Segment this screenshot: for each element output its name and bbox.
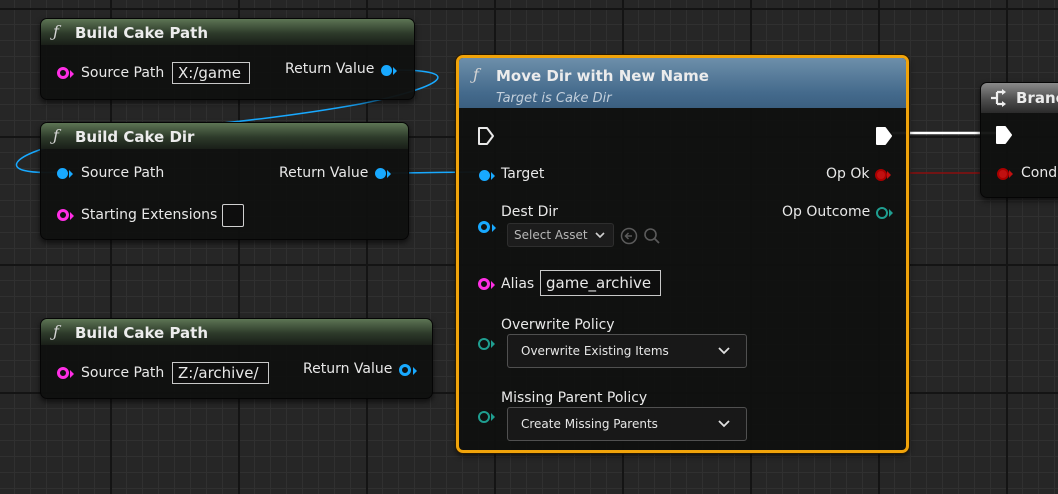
- back-arrow-icon[interactable]: [620, 227, 638, 245]
- return-value-pin[interactable]: [399, 364, 411, 376]
- function-icon: ƒ: [53, 22, 59, 41]
- source-path-pin[interactable]: [57, 168, 68, 179]
- node-title: Build Cake Path: [75, 324, 209, 342]
- pin-arrow-icon: [387, 170, 391, 178]
- pin-arrow-icon: [1009, 170, 1013, 178]
- branch-icon: [991, 89, 1006, 107]
- pin-arrow-icon: [69, 170, 73, 178]
- pin-arrow-icon: [70, 370, 74, 378]
- starting-extensions-pin[interactable]: [57, 209, 69, 221]
- op-ok-pin[interactable]: [875, 169, 887, 181]
- pin-arrow-icon: [70, 70, 74, 78]
- missing-parent-policy-value: Create Missing Parents: [521, 417, 658, 431]
- chevron-down-icon: [595, 232, 605, 239]
- condition-pin[interactable]: [997, 168, 1009, 180]
- source-path-label: Source Path: [81, 65, 165, 81]
- pin-arrow-icon: [491, 340, 495, 348]
- function-icon: ƒ: [473, 65, 479, 84]
- search-icon[interactable]: [643, 227, 661, 245]
- source-path-input[interactable]: X:/game: [172, 62, 250, 84]
- return-value-pin[interactable]: [375, 168, 386, 179]
- source-path-label: Source Path: [81, 365, 165, 381]
- return-value-label: Return Value: [279, 165, 369, 181]
- dest-dir-pin[interactable]: [478, 221, 490, 233]
- node-move-dir-with-new-name[interactable]: ƒ Move Dir with New Name Target is Cake …: [456, 55, 909, 453]
- node-title: Move Dir with New Name: [496, 67, 709, 85]
- function-icon: ƒ: [53, 322, 59, 341]
- starting-extensions-checkbox[interactable]: [222, 204, 244, 227]
- pin-arrow-icon: [491, 413, 495, 421]
- pin-arrow-icon: [393, 67, 397, 75]
- missing-parent-policy-label: Missing Parent Policy: [501, 390, 648, 406]
- source-path-pin[interactable]: [57, 67, 69, 79]
- op-outcome-label: Op Outcome: [782, 204, 871, 220]
- alias-label: Alias: [501, 276, 535, 292]
- node-build-cake-path-2[interactable]: ƒ Build Cake Path Source Path Z:/archive…: [40, 318, 433, 399]
- condition-label: Condition: [1021, 165, 1058, 181]
- node-title: Build Cake Path: [75, 24, 209, 42]
- select-asset-label: Select Asset: [514, 228, 588, 242]
- node-title: Build Cake Dir: [75, 128, 195, 146]
- return-value-label: Return Value: [285, 61, 375, 77]
- overwrite-policy-value: Overwrite Existing Items: [521, 344, 669, 358]
- target-label: Target: [501, 166, 545, 182]
- pin-arrow-icon: [491, 172, 495, 180]
- node-branch[interactable]: Branch Condition: [980, 82, 1058, 198]
- return-value-label: Return Value: [303, 361, 393, 377]
- chevron-down-icon: [718, 420, 730, 428]
- op-outcome-pin[interactable]: [876, 207, 888, 219]
- source-path-label: Source Path: [81, 165, 165, 181]
- alias-input[interactable]: game_archive: [540, 270, 661, 296]
- target-pin[interactable]: [479, 170, 490, 181]
- overwrite-policy-label: Overwrite Policy: [501, 317, 615, 333]
- pin-arrow-icon: [70, 212, 74, 220]
- starting-extensions-label: Starting Extensions: [81, 207, 218, 223]
- function-icon: ƒ: [53, 126, 59, 145]
- pin-arrow-icon: [887, 171, 891, 179]
- dest-dir-label: Dest Dir: [501, 204, 559, 220]
- missing-parent-policy-pin[interactable]: [478, 411, 490, 423]
- source-path-pin[interactable]: [57, 367, 69, 379]
- alias-pin[interactable]: [478, 278, 490, 290]
- node-build-cake-path-1[interactable]: ƒ Build Cake Path Source Path X:/game Re…: [40, 18, 415, 100]
- overwrite-policy-dropdown[interactable]: Overwrite Existing Items: [507, 334, 747, 368]
- chevron-down-icon: [718, 347, 730, 355]
- overwrite-policy-pin[interactable]: [478, 338, 490, 350]
- select-asset-dropdown[interactable]: Select Asset: [507, 223, 614, 247]
- node-title: Branch: [1016, 89, 1058, 107]
- source-path-input[interactable]: Z:/archive/: [172, 362, 269, 384]
- exec-in-pin-icon[interactable]: [477, 126, 495, 146]
- missing-parent-policy-dropdown[interactable]: Create Missing Parents: [507, 407, 747, 441]
- exec-in-pin-icon[interactable]: [995, 125, 1013, 145]
- pin-arrow-icon: [491, 281, 495, 289]
- pin-arrow-icon: [413, 367, 417, 375]
- return-value-pin[interactable]: [381, 65, 392, 76]
- op-ok-label: Op Ok: [826, 166, 870, 182]
- node-build-cake-dir[interactable]: ƒ Build Cake Dir Source Path Return Valu…: [40, 122, 409, 240]
- pin-arrow-icon: [492, 224, 496, 232]
- exec-out-pin-icon[interactable]: [875, 126, 893, 146]
- pin-arrow-icon: [889, 209, 893, 217]
- node-subtitle: Target is Cake Dir: [496, 91, 612, 106]
